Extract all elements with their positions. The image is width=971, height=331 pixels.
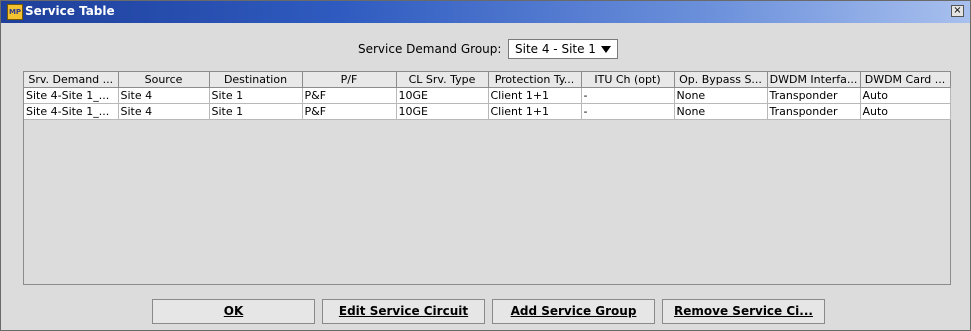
- title-bar[interactable]: MP Service Table ×: [1, 1, 970, 23]
- column-header[interactable]: P/F: [302, 72, 397, 88]
- edit-service-circuit-button[interactable]: Edit Service Circuit: [322, 299, 485, 324]
- service-demand-group-row: Service Demand Group: Site 4 - Site 1: [1, 39, 970, 61]
- service-demand-group-value: Site 4 - Site 1: [515, 42, 596, 56]
- column-header[interactable]: CL Srv. Type: [396, 72, 489, 88]
- column-header[interactable]: Source: [118, 72, 210, 88]
- service-table-window: MP Service Table × Service Demand Group:…: [0, 0, 971, 331]
- table-cell[interactable]: -: [581, 103, 675, 120]
- table-cell[interactable]: P&F: [302, 103, 397, 120]
- table-cell[interactable]: Site 4-Site 1_...: [24, 103, 119, 120]
- dropdown-arrow-icon: [601, 46, 611, 53]
- column-header[interactable]: DWDM Card ...: [860, 72, 951, 88]
- column-header[interactable]: ITU Ch (opt): [581, 72, 675, 88]
- table-cell[interactable]: Auto: [860, 87, 951, 104]
- table-cell[interactable]: None: [674, 103, 768, 120]
- app-icon: MP: [7, 4, 23, 20]
- table-cell[interactable]: Site 4: [118, 103, 210, 120]
- service-demand-group-label: Service Demand Group:: [358, 42, 502, 56]
- window-title: Service Table: [25, 4, 115, 18]
- table-cell[interactable]: Site 1: [209, 87, 303, 104]
- table-cell[interactable]: Transponder: [767, 87, 861, 104]
- table-row[interactable]: Site 4-Site 1_... Site 4 Site 1 P&F 10GE…: [24, 87, 951, 104]
- button-bar: OK Edit Service Circuit Add Service Grou…: [1, 299, 970, 325]
- column-header[interactable]: DWDM Interfa...: [767, 72, 861, 88]
- table-cell[interactable]: 10GE: [396, 87, 489, 104]
- table-cell[interactable]: 10GE: [396, 103, 489, 120]
- table-cell[interactable]: Auto: [860, 103, 951, 120]
- table-cell[interactable]: Client 1+1: [488, 103, 582, 120]
- add-service-group-button[interactable]: Add Service Group: [492, 299, 655, 324]
- column-header[interactable]: Srv. Demand ...: [24, 72, 119, 88]
- table-cell[interactable]: Site 1: [209, 103, 303, 120]
- service-demand-group-select[interactable]: Site 4 - Site 1: [508, 39, 618, 59]
- table-row[interactable]: Site 4-Site 1_... Site 4 Site 1 P&F 10GE…: [24, 103, 951, 120]
- ok-button[interactable]: OK: [152, 299, 315, 324]
- column-header[interactable]: Protection Ty...: [488, 72, 582, 88]
- table-cell[interactable]: None: [674, 87, 768, 104]
- service-table: Srv. Demand ... Source Destination P/F C…: [23, 71, 951, 285]
- table-cell[interactable]: Transponder: [767, 103, 861, 120]
- table-cell[interactable]: P&F: [302, 87, 397, 104]
- table-cell[interactable]: Site 4-Site 1_...: [24, 87, 119, 104]
- table-cell[interactable]: Client 1+1: [488, 87, 582, 104]
- table-cell[interactable]: Site 4: [118, 87, 210, 104]
- close-button[interactable]: ×: [951, 5, 964, 17]
- column-header[interactable]: Op. Bypass S...: [674, 72, 768, 88]
- table-cell[interactable]: -: [581, 87, 675, 104]
- table-header-row: Srv. Demand ... Source Destination P/F C…: [24, 72, 951, 88]
- column-header[interactable]: Destination: [209, 72, 303, 88]
- remove-service-circuit-button[interactable]: Remove Service Ci...: [662, 299, 825, 324]
